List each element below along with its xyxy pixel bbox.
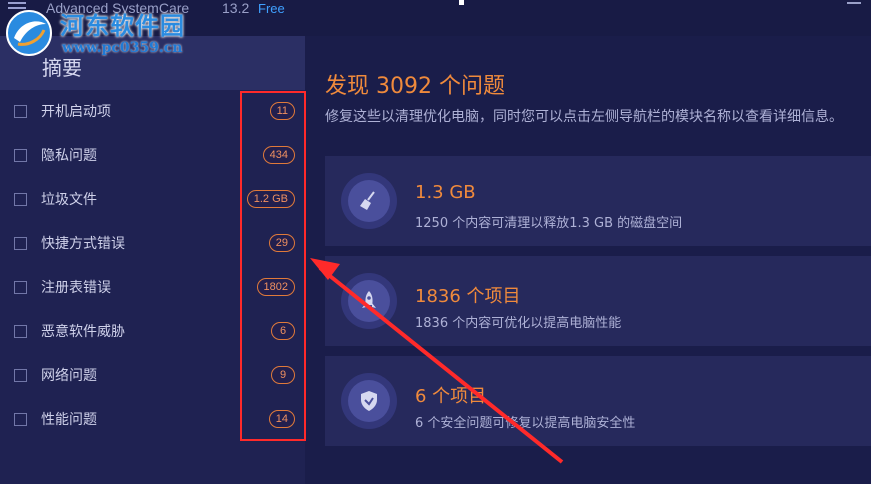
sidebar-item-label: 恶意软件威胁	[41, 324, 125, 340]
card-title: 6 个项目	[415, 386, 487, 407]
icon-ring	[341, 173, 397, 229]
watermark-url: www.pc0359.cn	[62, 40, 183, 56]
annotation-highlight-box	[240, 91, 306, 441]
icon-ring	[341, 373, 397, 429]
broom-icon	[348, 180, 390, 222]
card-title: 1.3 GB	[415, 182, 476, 203]
page-title: 发现 3092 个问题	[325, 74, 505, 99]
card-description: 6 个安全问题可修复以提高电脑安全性	[415, 416, 636, 431]
minimize-button[interactable]	[847, 2, 861, 4]
sidebar-item-label: 快捷方式错误	[41, 236, 125, 252]
sidebar-item-label: 注册表错误	[41, 280, 111, 296]
page-subtitle: 修复这些以清理优化电脑，同时您可以点击左侧导航栏的模块名称以查看详细信息。	[325, 109, 843, 125]
registry-checkbox[interactable]	[14, 281, 27, 294]
title-marker	[459, 0, 464, 5]
privacy-checkbox[interactable]	[14, 149, 27, 162]
shield-icon	[348, 380, 390, 422]
icon-ring	[341, 273, 397, 329]
startup-checkbox[interactable]	[14, 105, 27, 118]
watermark: 河东软件园 www.pc0359.cn	[0, 0, 210, 64]
performance-summary-card[interactable]: 1836 个项目 1836 个内容可优化以提高电脑性能	[325, 256, 871, 346]
shortcuts-checkbox[interactable]	[14, 237, 27, 250]
junk-files-checkbox[interactable]	[14, 193, 27, 206]
card-title: 1836 个项目	[415, 286, 521, 307]
junk-summary-card[interactable]: 1.3 GB 1250 个内容可清理以释放1.3 GB 的磁盘空间	[325, 156, 871, 246]
sidebar-item-label: 性能问题	[41, 412, 97, 428]
sidebar-item-label: 网络问题	[41, 368, 97, 384]
malware-checkbox[interactable]	[14, 325, 27, 338]
watermark-title: 河东软件园	[60, 12, 185, 40]
sidebar-item-label: 开机启动项	[41, 104, 111, 120]
watermark-logo-icon	[6, 10, 52, 56]
sidebar-item-label: 隐私问题	[41, 148, 97, 164]
app-version: 13.2	[222, 0, 250, 16]
sidebar-item-label: 垃圾文件	[41, 192, 97, 208]
rocket-icon	[348, 280, 390, 322]
network-checkbox[interactable]	[14, 369, 27, 382]
main-panel: 发现 3092 个问题 修复这些以清理优化电脑，同时您可以点击左侧导航栏的模块名…	[305, 36, 871, 484]
performance-checkbox[interactable]	[14, 413, 27, 426]
card-description: 1836 个内容可优化以提高电脑性能	[415, 316, 622, 331]
app-edition: Free	[258, 1, 285, 16]
security-summary-card[interactable]: 6 个项目 6 个安全问题可修复以提高电脑安全性	[325, 356, 871, 446]
card-description: 1250 个内容可清理以释放1.3 GB 的磁盘空间	[415, 216, 683, 231]
